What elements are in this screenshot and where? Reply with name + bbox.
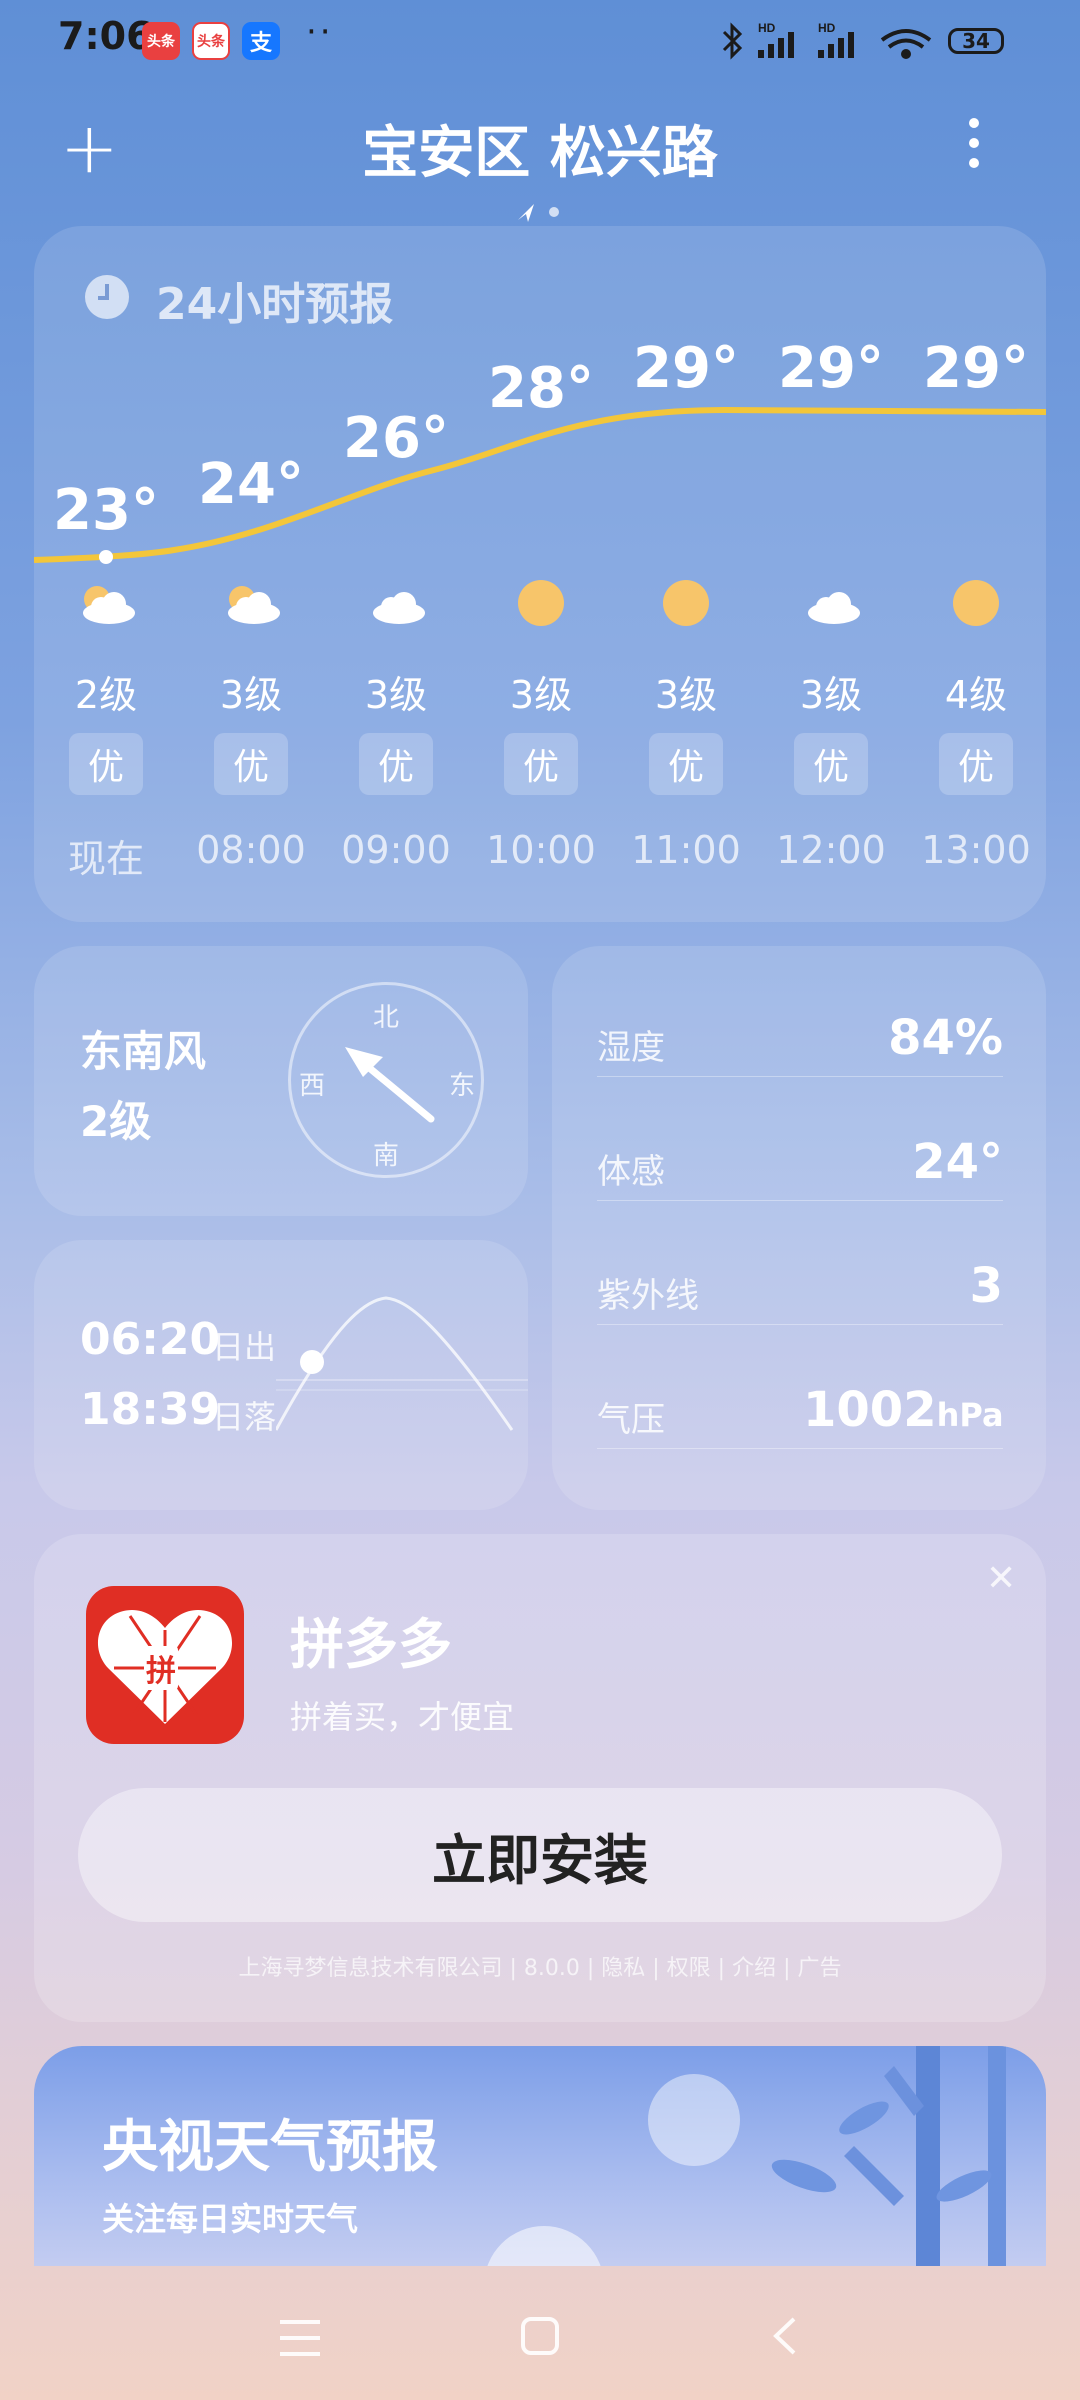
home-nav-icon[interactable]	[520, 2316, 560, 2356]
pinduoduo-logo-icon[interactable]: 拼	[86, 1586, 244, 1744]
navigation-bar	[0, 2266, 1080, 2400]
hour-temp: 29°	[633, 336, 739, 401]
svg-text:HD: HD	[758, 21, 776, 35]
menu-nav-icon[interactable]	[278, 2318, 322, 2358]
sun-icon	[953, 580, 999, 626]
hour-wind-level: 2级	[74, 673, 138, 717]
page-indicator	[518, 204, 559, 222]
sunset-label: 日落	[212, 1398, 277, 1436]
hour-time: 现在	[67, 837, 144, 881]
hour-temp: 29°	[923, 336, 1029, 401]
hour-aqi-badge: 优	[69, 733, 143, 795]
pressure-unit: hPa	[936, 1396, 1004, 1434]
status-time: 7:06	[58, 14, 153, 58]
alipay-icon: 支	[242, 22, 280, 60]
divider	[597, 1448, 1003, 1449]
bluetooth-icon	[722, 22, 743, 60]
hour-temp: 24°	[198, 452, 304, 517]
partly-cloudy-icon	[77, 585, 135, 624]
ad-close-button[interactable]: ✕	[986, 1558, 1016, 1599]
toutiao-icon: 头条	[142, 22, 180, 60]
sunrise-label: 日出	[212, 1328, 277, 1366]
divider	[597, 1324, 1003, 1325]
pressure-label: 气压	[597, 1400, 665, 1440]
uv-label: 紫外线	[597, 1276, 699, 1316]
feels-like-value: 24°	[912, 1134, 1003, 1190]
feels-like-label: 体感	[597, 1152, 665, 1192]
hour-wind-level: 4级	[944, 673, 1008, 717]
status-bar: 7:06 头条 头条 支 ·· HD HD 34	[0, 0, 1080, 84]
clock-icon	[85, 275, 129, 319]
sunrise-time: 06:20	[80, 1314, 221, 1365]
signal-2-icon: HD	[818, 21, 854, 58]
cctv-weather-card[interactable]: 央视天气预报 关注每日实时天气	[34, 2046, 1046, 2266]
hour-time: 12:00	[776, 828, 886, 872]
forecast-title: 24小时预报	[156, 279, 394, 330]
hour-wind-level: 3级	[219, 673, 283, 717]
page-dot	[549, 207, 559, 217]
hour-time: 08:00	[196, 828, 306, 872]
sun-icon	[663, 580, 709, 626]
divider	[597, 1076, 1003, 1077]
hour-temp: 28°	[488, 356, 594, 421]
wifi-icon	[880, 29, 932, 59]
partly-cloudy-icon	[222, 585, 280, 624]
pressure-value: 1002	[803, 1382, 937, 1438]
wind-level: 2级	[80, 1097, 152, 1146]
cctv-subtitle: 关注每日实时天气	[102, 2200, 359, 2238]
ad-slogan: 拼着买，才便宜	[290, 1698, 515, 1736]
hour-aqi-badge: 优	[504, 733, 578, 795]
ad-footer: 上海寻梦信息技术有限公司 | 8.0.0 | 隐私 | 权限 | 介绍 | 广告	[238, 1956, 842, 1981]
cloud-icon	[367, 585, 425, 624]
cctv-title: 央视天气预报	[102, 2115, 438, 2180]
uv-value: 3	[969, 1258, 1003, 1314]
toutiao-lite-icon: 头条	[192, 22, 230, 60]
hour-temp: 23°	[53, 478, 159, 543]
hour-time: 10:00	[486, 828, 596, 872]
install-button[interactable]: 立即安装	[78, 1788, 1002, 1922]
signal-1-icon: HD	[758, 21, 794, 58]
back-nav-icon[interactable]	[770, 2316, 800, 2356]
wind-arrow-icon	[345, 1047, 435, 1123]
sun-position-dot	[300, 1350, 324, 1374]
humidity-value: 84%	[888, 1010, 1003, 1066]
logo-char: 拼	[144, 1646, 178, 1690]
hour-time: 13:00	[921, 828, 1031, 872]
wind-compass: 北 南 东 西	[288, 982, 484, 1178]
hour-wind-level: 3级	[654, 673, 718, 717]
hour-wind-level: 3级	[364, 673, 428, 717]
city-title: 宝安区 松兴路	[362, 121, 718, 186]
hour-aqi-badge: 优	[359, 733, 433, 795]
hour-temp: 26°	[343, 406, 449, 471]
hour-wind-level: 3级	[799, 673, 863, 717]
current-temp-dot	[99, 550, 113, 564]
divider	[597, 1200, 1003, 1201]
hour-temp: 29°	[778, 336, 884, 401]
more-notifications-icon: ··	[306, 12, 334, 52]
battery-indicator: 34	[948, 28, 1004, 54]
sun-arc	[276, 1296, 528, 1431]
hour-wind-level: 3级	[509, 673, 573, 717]
wind-direction: 东南风	[80, 1027, 207, 1076]
sunset-time: 18:39	[80, 1384, 221, 1435]
sun-icon	[518, 580, 564, 626]
hour-aqi-badge: 优	[214, 733, 288, 795]
hour-aqi-badge: 优	[939, 733, 1013, 795]
hour-aqi-badge: 优	[794, 733, 868, 795]
hour-aqi-badge: 优	[649, 733, 723, 795]
svg-text:HD: HD	[818, 21, 836, 35]
humidity-label: 湿度	[597, 1028, 665, 1068]
cloud-icon	[802, 585, 860, 624]
hour-time: 11:00	[631, 828, 741, 872]
hour-time: 09:00	[341, 828, 451, 872]
location-arrow-icon	[518, 204, 534, 222]
pressure-value-group: 1002hPa	[803, 1382, 1004, 1438]
ad-app-name: 拼多多	[290, 1613, 452, 1676]
more-menu-button[interactable]	[964, 118, 984, 178]
